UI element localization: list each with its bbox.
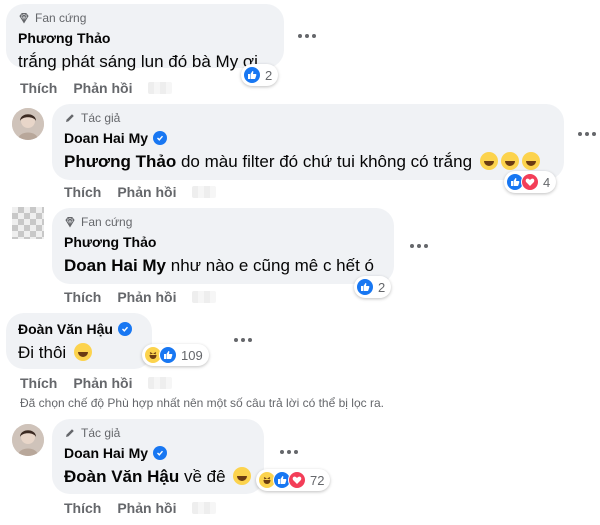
like-button[interactable]: Thích [20, 375, 57, 391]
comment-text: Phương Thảo do màu filter đó chứ tui khô… [64, 151, 552, 173]
comment-text: Đoàn Văn Hậu về đê [64, 466, 252, 488]
reaction-summary[interactable]: 4 [504, 171, 557, 193]
comment-bubble: Fan cứng Phương Thảo trắng phát sáng lun… [6, 4, 284, 71]
fan-badge: Fan cứng [64, 214, 382, 230]
reaction-summary[interactable]: 72 [256, 469, 331, 491]
timestamp-blurred [148, 377, 172, 389]
more-options-icon[interactable] [280, 450, 298, 454]
reaction-summary[interactable]: 2 [354, 276, 392, 298]
like-button[interactable]: Thích [64, 500, 101, 516]
comment-text-body: do màu filter đó chứ tui không có trắng [176, 152, 473, 171]
reaction-count: 2 [378, 279, 386, 295]
comment-actions: Thích Phản hồi [20, 375, 132, 391]
comment-text-body: về đê [179, 467, 226, 486]
comment-text: trắng phát sáng lun đó bà My ơi [18, 52, 258, 71]
hand-over-mouth-emoji-icon [479, 152, 498, 170]
comment-text: Doan Hai My như nào e cũng mê c hết ó [64, 255, 382, 277]
author-name-label[interactable]: Doan Hai My [64, 445, 148, 461]
reply-button[interactable]: Phản hồi [117, 289, 176, 305]
timestamp-blurred [192, 186, 216, 198]
diamond-icon [19, 13, 29, 24]
like-button[interactable]: Thích [64, 289, 101, 305]
avatar-blurred[interactable] [12, 207, 44, 239]
comment-actions: Thích Phản hồi [64, 184, 176, 200]
author-name[interactable]: Phương Thảo [18, 29, 272, 47]
reaction-count: 4 [543, 174, 551, 190]
pencil-icon [66, 429, 74, 437]
like-button[interactable]: Thích [64, 184, 101, 200]
verified-icon [153, 446, 168, 460]
grinning-emoji-icon [233, 467, 252, 485]
verified-icon [153, 131, 168, 145]
reply-button[interactable]: Phản hồi [73, 375, 132, 391]
mention-link[interactable]: Đoàn Văn Hậu [64, 467, 179, 486]
comment-bubble: Tác giả Doan Hai My Phương Thảo do màu f… [52, 104, 564, 180]
like-reaction-icon [159, 346, 177, 364]
reaction-count: 72 [310, 472, 325, 488]
mention-link[interactable]: Doan Hai My [64, 256, 166, 275]
comment-actions: Thích Phản hồi [64, 289, 176, 305]
grinning-emoji-icon [500, 152, 519, 170]
author-name-label[interactable]: Doan Hai My [64, 130, 148, 146]
like-button[interactable]: Thích [20, 80, 57, 96]
author-badge: Tác giả [64, 425, 252, 441]
reply-button[interactable]: Phản hồi [117, 184, 176, 200]
badge-label: Tác giả [81, 111, 121, 125]
reaction-summary[interactable]: 109 [142, 344, 209, 366]
verified-icon [117, 322, 132, 336]
avatar[interactable] [12, 108, 44, 140]
squinting-laughing-emoji-icon [73, 343, 92, 361]
reply-button[interactable]: Phản hồi [117, 500, 176, 516]
more-options-icon[interactable] [410, 244, 428, 248]
comment-bubble: Fan cứng Phương Thảo Doan Hai My như nào… [52, 208, 394, 284]
reply-button[interactable]: Phản hồi [73, 80, 132, 96]
mention-link[interactable]: Phương Thảo [64, 152, 176, 171]
author-name-label[interactable]: Phương Thảo [18, 30, 110, 46]
avatar[interactable] [12, 424, 44, 456]
fan-badge: Fan cứng [18, 10, 272, 26]
comment-actions: Thích Phản hồi [64, 500, 176, 516]
comment-bubble: Đoàn Văn Hậu Đi thôi [6, 313, 152, 369]
reaction-count: 2 [265, 67, 273, 83]
author-name[interactable]: Doan Hai My [64, 444, 252, 462]
badge-label: Fan cứng [81, 215, 133, 229]
love-reaction-icon [288, 471, 306, 489]
reaction-count: 109 [181, 347, 203, 363]
timestamp-blurred [148, 82, 172, 94]
author-badge: Tác giả [64, 110, 552, 126]
more-options-icon[interactable] [298, 34, 316, 38]
author-name[interactable]: Phương Thảo [64, 233, 382, 251]
more-options-icon[interactable] [578, 132, 596, 136]
pencil-icon [66, 114, 74, 122]
comment-text-body: Đi thôi [18, 343, 67, 362]
like-reaction-icon [243, 66, 261, 84]
badge-label: Tác giả [81, 426, 121, 440]
love-reaction-icon [521, 173, 539, 191]
rolling-laughing-emoji-icon [521, 152, 540, 170]
more-options-icon[interactable] [234, 338, 252, 342]
reaction-summary[interactable]: 2 [241, 64, 279, 86]
comment-bubble: Tác giả Doan Hai My Đoàn Văn Hậu về đê [52, 419, 264, 494]
author-name-label[interactable]: Phương Thảo [64, 234, 156, 250]
comment-text: Đi thôi [18, 342, 140, 364]
comment-text-body: như nào e cũng mê c hết ó [166, 256, 374, 275]
author-name[interactable]: Đoàn Văn Hậu [18, 320, 140, 338]
author-name-label[interactable]: Đoàn Văn Hậu [18, 321, 113, 337]
author-name[interactable]: Doan Hai My [64, 129, 552, 147]
diamond-icon [65, 217, 75, 228]
comment-actions: Thích Phản hồi [20, 80, 132, 96]
like-reaction-icon [356, 278, 374, 296]
filter-notice: Đã chọn chế độ Phù hợp nhất nên một số c… [20, 396, 384, 410]
badge-label: Fan cứng [35, 11, 87, 25]
timestamp-blurred [192, 502, 216, 514]
timestamp-blurred [192, 291, 216, 303]
